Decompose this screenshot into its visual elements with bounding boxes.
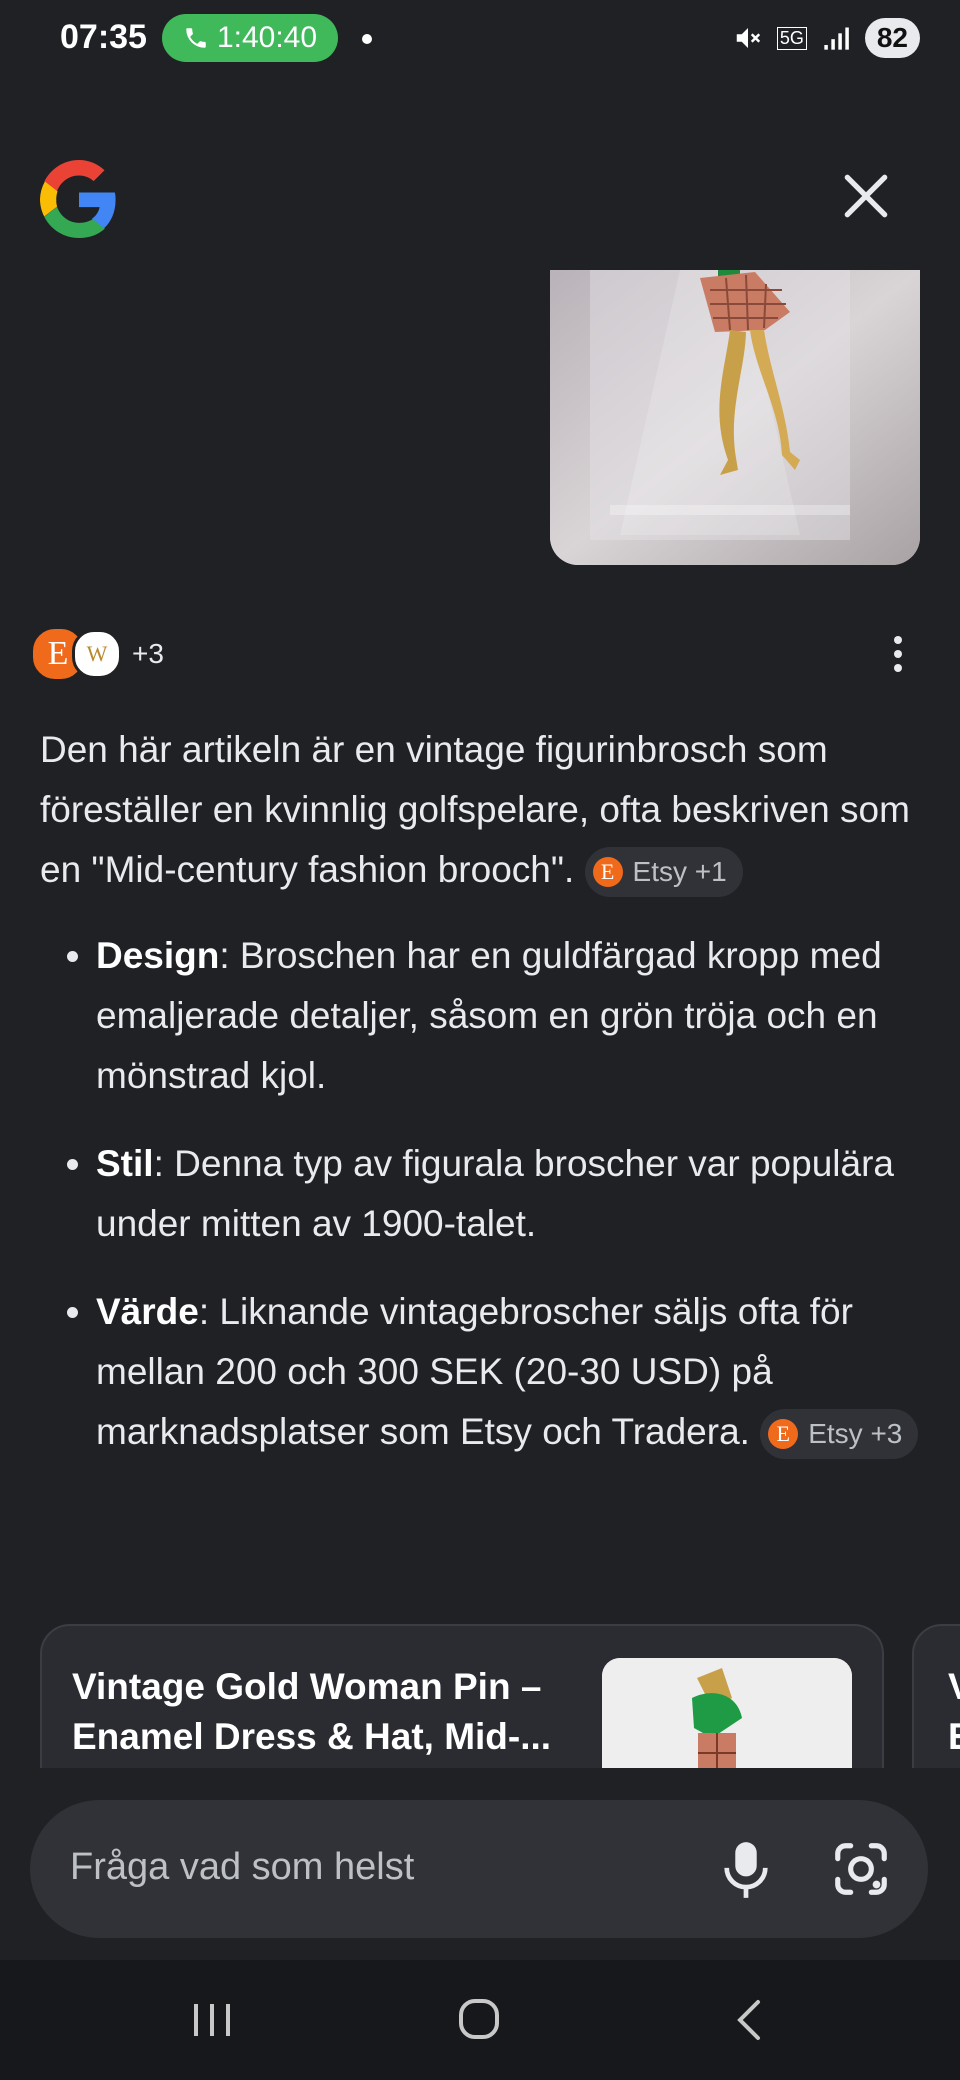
home-icon[interactable] [458,1998,500,2040]
status-time: 07:35 [60,18,147,56]
list-item: Stil: Denna typ av figurala broscher var… [96,1134,920,1254]
bullet-text: : Denna typ av figurala broscher var pop… [96,1143,894,1244]
ask-input[interactable]: Fråga vad som helst [30,1800,928,1938]
result-card-title-peek: V E [948,1662,960,1762]
list-item: Design: Broschen har en guldfärgad kropp… [96,926,920,1106]
google-g-icon [40,160,116,238]
signal-icon [824,27,849,50]
source-favicon-icon: W [72,629,122,679]
bullet-text: : Liknande vintagebroscher säljs ofta fö… [96,1291,853,1452]
google-lens-icon[interactable] [830,1838,892,1900]
bullet-term: Värde [96,1291,199,1332]
answer-intro-text: Den här artikeln är en vintage figurinbr… [40,729,910,890]
more-options-icon[interactable] [892,636,904,672]
result-card-title: Vintage Gold Woman Pin – Enamel Dress & … [72,1666,552,1757]
call-indicator[interactable]: 1:40:40 [162,14,338,62]
citation-chip[interactable]: E Etsy +3 [760,1409,919,1460]
etsy-icon: E [592,857,623,888]
citation-label: Etsy +1 [632,856,727,888]
recent-apps-icon[interactable] [192,2002,232,2038]
close-icon[interactable] [834,164,898,228]
back-icon[interactable] [730,1998,770,2042]
network-5g-label: 5G [776,26,807,50]
sources-row[interactable]: E W +3 [30,626,164,682]
citation-label: Etsy +3 [808,1418,903,1450]
ask-placeholder: Fråga vad som helst [70,1846,415,1888]
sources-more-count: +3 [132,638,164,669]
status-bar: 07:35 1:40:40 5G 82 [0,0,960,76]
bullet-term: Stil [96,1143,154,1184]
ai-answer: Den här artikeln är en vintage figurinbr… [40,720,920,1490]
bullet-term: Design [96,935,220,976]
query-image[interactable] [550,270,920,565]
microphone-icon[interactable] [720,1840,772,1900]
list-item: Värde: Liknande vintagebroscher säljs of… [96,1282,920,1462]
notification-dot [362,34,372,44]
call-timer: 1:40:40 [216,21,318,54]
system-nav-bar [0,1960,960,2080]
battery-indicator: 82 [864,18,920,58]
phone-icon [186,28,206,48]
mute-icon [736,28,760,48]
answer-bullets: Design: Broschen har en guldfärgad kropp… [40,926,920,1462]
status-icons: 5G 82 [733,18,920,58]
etsy-icon: E [768,1419,799,1450]
brooch-photo [550,270,920,565]
answer-intro: Den här artikeln är en vintage figurinbr… [40,720,920,900]
citation-chip[interactable]: E Etsy +1 [584,847,743,898]
